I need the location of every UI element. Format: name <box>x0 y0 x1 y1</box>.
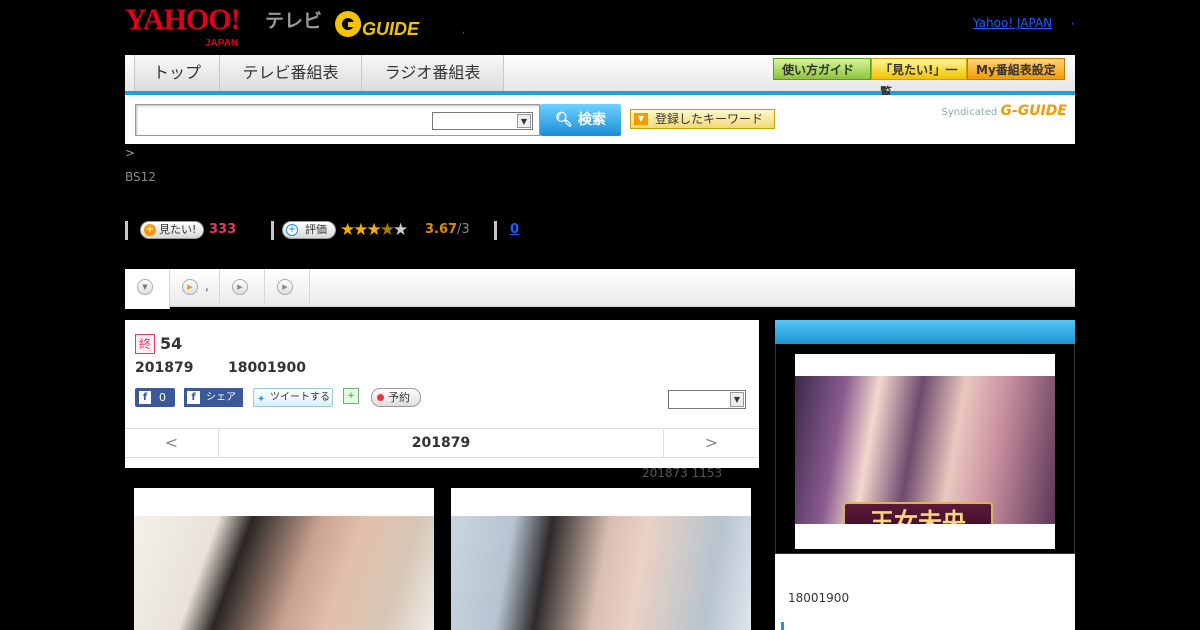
search-icon: 🔍︎ <box>555 112 573 128</box>
saved-keywords-button[interactable]: ▼ 登録したキーワード <box>630 109 775 129</box>
chevron-down-icon: ▼ <box>517 114 531 128</box>
mitai-count: 333 <box>209 222 237 237</box>
facebook-share-button[interactable]: f シェア <box>184 388 243 407</box>
play-icon: ▶ <box>232 279 248 295</box>
scene-photo-2[interactable] <box>451 488 751 630</box>
facebook-like-count: 0 <box>159 391 166 404</box>
header-separator: , <box>462 25 466 36</box>
facebook-like-button[interactable]: f 0 <box>135 388 175 407</box>
star-icon: ★ <box>340 220 355 240</box>
facebook-share-label: シェア <box>206 392 236 403</box>
chevron-down-icon: ▼ <box>730 392 744 407</box>
divider <box>125 221 128 240</box>
episode-number: 54 <box>160 334 183 353</box>
program-sub-tabs: ▼ ▶ , ▶ ▶ <box>125 269 1075 309</box>
final-episode-badge: 終 <box>135 334 155 354</box>
scene-image <box>134 516 434 630</box>
divider <box>494 221 497 240</box>
sub-tab-2[interactable]: ▶ <box>220 269 265 307</box>
nav-tab-tv-schedule[interactable]: テレビ番組表 <box>220 55 362 91</box>
yahoo-japan-logo[interactable]: YAHOO! JAPAN <box>125 5 241 50</box>
syndicated-label: Syndicated <box>941 107 998 118</box>
nav-tab-top[interactable]: トップ <box>134 55 220 91</box>
tv-section-label[interactable]: テレビ <box>265 6 322 33</box>
nav-tab-radio-schedule[interactable]: ラジオ番組表 <box>362 55 504 91</box>
star-rating: ★★★★★ <box>340 220 408 240</box>
search-category-select[interactable]: ▼ <box>432 112 533 130</box>
syndicated-logo-text: G-GUIDE <box>1000 103 1067 119</box>
rate-button-label: 評価 <box>305 223 327 236</box>
sidebar-accent-bar <box>781 622 784 630</box>
search-button[interactable]: 🔍︎ 検索 <box>540 104 621 136</box>
plus-icon: + <box>286 224 298 236</box>
play-icon: ▶ <box>182 279 198 295</box>
rating-value: 3.67 <box>425 222 458 237</box>
sub-tab-1[interactable]: ▶ , <box>170 269 220 307</box>
yahoo-logo-japan: JAPAN <box>205 38 239 49</box>
promo-poster: 王女未央 <box>795 376 1055 524</box>
sidebar-header <box>775 320 1075 344</box>
gguide-logo[interactable]: GUIDE <box>334 8 434 40</box>
star-icon: ★ <box>366 220 382 240</box>
prev-day-button[interactable]: < <box>125 429 219 457</box>
sidebar-info: 18001900 <box>775 554 1075 630</box>
breadcrumb: > <box>125 146 136 160</box>
star-icon: ★ <box>353 220 368 240</box>
last-updated: 201873 1153 <box>642 466 723 480</box>
poster-title: 王女未央 <box>843 502 993 524</box>
scene-image <box>451 516 751 630</box>
mitai-button-label: 見たい! <box>159 223 197 236</box>
search-bar: ▼ 🔍︎ 検索 ▼ 登録したキーワード Syndicated G-GUIDE <box>125 95 1075 144</box>
rate-button[interactable]: + 評価 <box>282 221 336 239</box>
channel-name: BS12 <box>125 170 156 184</box>
how-to-guide-button[interactable]: 使い方ガイド <box>773 58 871 80</box>
date-navigation: < 201879 > <box>125 428 759 458</box>
air-date: 201879 <box>135 360 194 376</box>
record-icon <box>377 394 384 401</box>
mitai-button[interactable]: + 見たい! <box>140 221 204 239</box>
reserve-recording-button[interactable]: 予約 <box>371 388 421 407</box>
my-schedule-settings-button[interactable]: My番組表設定 <box>967 58 1065 80</box>
next-day-button[interactable]: > <box>663 429 759 457</box>
tweet-button[interactable]: ✦ ツイートする <box>253 388 333 407</box>
calendar-add-icon[interactable]: + <box>343 388 359 404</box>
sub-tab-1-label: , <box>205 279 209 293</box>
dropdown-arrow-icon: ▼ <box>634 113 648 125</box>
star-empty-icon: ★ <box>393 220 408 240</box>
mitai-list-button[interactable]: 「見たい!」一覧 <box>871 58 967 99</box>
svg-text:GUIDE: GUIDE <box>362 19 420 39</box>
saved-keywords-label: 登録したキーワード <box>655 112 764 126</box>
syndicated-gguide-logo: Syndicated G-GUIDE <box>941 103 1067 119</box>
promo-banner[interactable]: 王女未央 <box>795 354 1055 549</box>
scene-photo-1[interactable] <box>134 488 434 630</box>
reserve-label: 予約 <box>388 391 410 404</box>
twitter-icon: ✦ <box>257 394 266 405</box>
header-link-separator: , <box>1071 16 1075 27</box>
tweet-label: ツイートする <box>270 392 330 403</box>
facebook-icon: f <box>139 391 151 404</box>
episode-panel: 終 54 201879 18001900 f 0 f シェア ✦ ツイートする … <box>125 320 759 468</box>
dropdown-arrow-icon: ▼ <box>137 279 153 295</box>
review-count-link[interactable]: 0 <box>510 222 519 237</box>
rating-count: /3 <box>457 222 470 237</box>
facebook-icon: f <box>187 391 200 404</box>
star-half-icon: ★ <box>379 220 395 240</box>
yahoo-japan-link[interactable]: Yahoo! JAPAN <box>973 16 1052 30</box>
search-button-label: 検索 <box>577 112 606 128</box>
current-day: 201879 <box>411 435 471 451</box>
plus-icon: + <box>144 224 156 236</box>
divider <box>271 221 274 240</box>
sub-tab-0[interactable]: ▼ <box>125 269 170 309</box>
sidebar-air-time: 18001900 <box>788 591 850 605</box>
episode-select[interactable]: ▼ <box>668 390 746 409</box>
play-icon: ▶ <box>277 279 293 295</box>
air-time: 18001900 <box>228 360 306 376</box>
main-navigation: トップ テレビ番組表 ラジオ番組表 使い方ガイド 「見たい!」一覧 My番組表設… <box>125 55 1075 99</box>
sub-tab-3[interactable]: ▶ <box>265 269 310 307</box>
